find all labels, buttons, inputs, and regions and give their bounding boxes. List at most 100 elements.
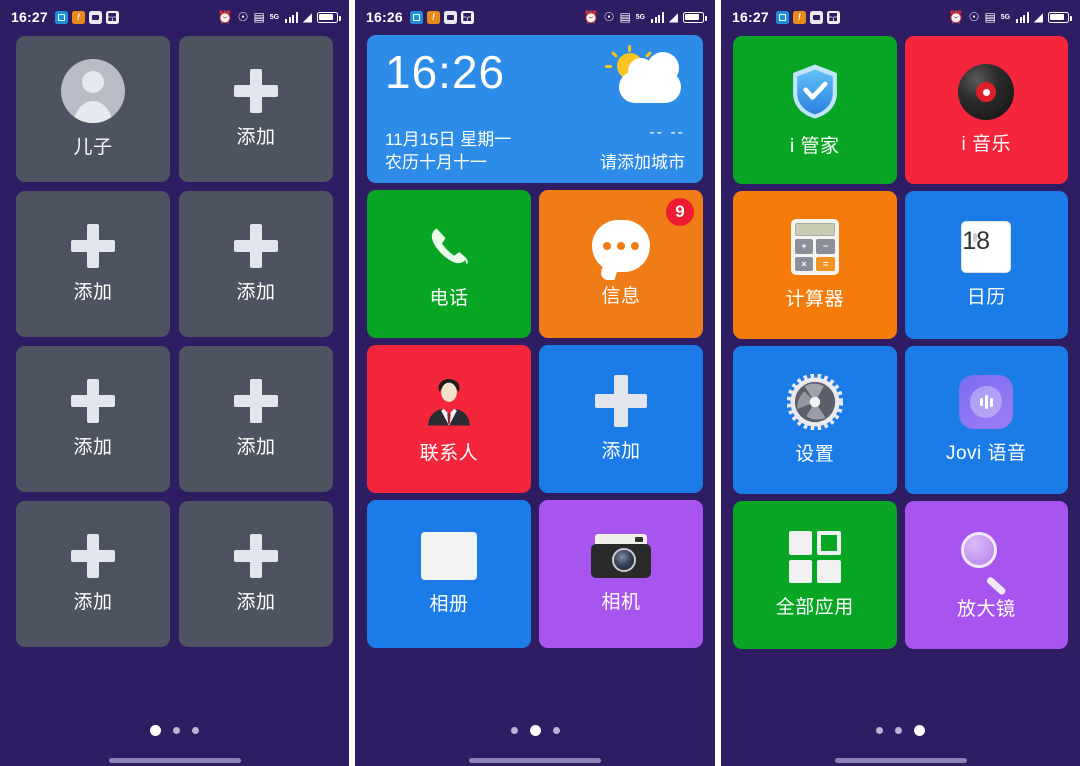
- gear-icon: [786, 374, 843, 430]
- apps-row: 全部应用 放大镜: [733, 501, 1068, 649]
- tile-label: i 音乐: [961, 134, 1011, 155]
- app-tile-imanager[interactable]: i 管家: [733, 36, 897, 184]
- app-tile-contacts[interactable]: 联系人: [367, 345, 531, 493]
- home-row: 联系人 添加: [367, 345, 703, 493]
- page-indicator[interactable]: [0, 725, 349, 736]
- signal-bars-icon: [285, 11, 298, 23]
- page-dot-2[interactable]: [895, 727, 902, 734]
- app-tile-imusic[interactable]: i 音乐: [904, 36, 1068, 184]
- tile-label: 添加: [236, 437, 276, 458]
- network-type-label: 5G: [269, 13, 280, 21]
- contact-tile-add[interactable]: 添加: [179, 346, 333, 492]
- page-dot-2[interactable]: [173, 727, 180, 734]
- wifi-icon: ◢: [302, 10, 312, 24]
- status-bar: 16:27 ⏰ ☉ ▤ 5G ◢: [721, 0, 1080, 34]
- contact-tile-add[interactable]: 添加: [16, 346, 170, 492]
- app-tile-phone[interactable]: 电话: [367, 190, 531, 338]
- tile-label: 全部应用: [775, 597, 854, 618]
- apps-row: +−×= 计算器 18 日历: [733, 191, 1068, 339]
- app-tile-all-apps[interactable]: 全部应用: [733, 501, 897, 649]
- plus-icon: [234, 69, 278, 113]
- widget-lunar: 农历十月十一: [385, 153, 487, 173]
- page-dot-3[interactable]: [552, 727, 560, 734]
- message-bubble-icon: [592, 220, 650, 272]
- app-tile-album[interactable]: 相册: [367, 500, 531, 648]
- signal-bars-icon: [651, 11, 664, 23]
- widget-temperature: -- --: [649, 124, 685, 141]
- contacts-row: 添加 添加: [16, 346, 333, 492]
- status-badge: 9: [666, 198, 694, 226]
- page-dot-1[interactable]: [876, 727, 883, 734]
- album-icon: [421, 532, 477, 580]
- contact-tile-add[interactable]: 添加: [179, 36, 333, 182]
- page-dot-3[interactable]: [192, 727, 199, 734]
- tile-label: 日历: [966, 287, 1006, 308]
- tile-label: 添加: [73, 592, 113, 613]
- contact-tile-son[interactable]: 儿子: [16, 36, 170, 182]
- home-indicator[interactable]: [834, 758, 967, 763]
- battery-icon: [317, 11, 341, 23]
- tile-label: 计算器: [785, 289, 844, 310]
- network-type-label: 5G: [1000, 13, 1011, 21]
- home-indicator[interactable]: [108, 758, 241, 763]
- app-tile-settings[interactable]: 设置: [733, 346, 897, 494]
- page-dot-1[interactable]: [510, 727, 518, 734]
- phone-screen-contacts: 16:27 ⏰ ☉ ▤ 5G ◢ 儿子: [0, 0, 349, 766]
- contact-tile-add[interactable]: 添加: [179, 501, 333, 647]
- tile-label: 添加: [236, 127, 276, 148]
- app-tile-jovi[interactable]: Jovi 语音: [904, 346, 1068, 494]
- plus-icon: [71, 534, 115, 578]
- page-indicator[interactable]: [721, 725, 1080, 736]
- calendar-icon: 18: [961, 221, 1012, 273]
- app-tile-calculator[interactable]: + − × = 计算器: [733, 191, 897, 339]
- tile-label: i 管家: [789, 136, 840, 157]
- widget-date: 11月15日 星期一: [385, 129, 512, 149]
- status-notification-icons: [775, 10, 840, 24]
- all-apps-grid-icon: [788, 531, 841, 583]
- app-tile-messages[interactable]: 9 信息: [539, 190, 703, 338]
- share-notification-icon: [826, 10, 840, 24]
- widget-add-city-hint[interactable]: 请添加城市: [600, 148, 685, 173]
- phone-icon: [421, 218, 477, 274]
- alarm-icon: ⏰: [583, 10, 599, 24]
- page-dot-3[interactable]: [914, 725, 925, 736]
- shield-check-icon: [788, 62, 842, 122]
- sun-cloud-icon: [603, 45, 681, 103]
- plus-icon: [71, 379, 115, 423]
- status-time: 16:27: [11, 9, 48, 25]
- page-dot-1[interactable]: [150, 725, 161, 736]
- apps-row: i 管家 i 音乐: [733, 36, 1068, 184]
- status-system-icons: ⏰ ☉ ▤ 5G ◢: [218, 10, 341, 24]
- person-suit-icon: [421, 373, 477, 429]
- app-tile-magnifier[interactable]: 放大镜: [904, 501, 1068, 649]
- status-notification-icons: [409, 10, 474, 24]
- warning-notification-icon: [71, 10, 85, 24]
- home-row: 电话 9 信息: [367, 190, 703, 338]
- apps-row: 设置 Jovi 语音: [733, 346, 1068, 494]
- plus-icon: [234, 224, 278, 268]
- tile-label: Jovi 语音: [945, 443, 1027, 464]
- tile-label: 添加: [236, 282, 276, 303]
- wifi-icon: ◢: [1033, 10, 1043, 24]
- app-tile-camera[interactable]: 相机: [539, 500, 703, 648]
- jovi-voice-icon: [959, 375, 1014, 429]
- warning-notification-icon: [792, 10, 806, 24]
- home-indicator[interactable]: [469, 758, 601, 763]
- app-tile-calendar[interactable]: 18 日历: [904, 191, 1068, 339]
- tile-label: 添加: [601, 441, 641, 462]
- phone-screen-home: 16:26 ⏰ ☉ ▤ 5G ◢ 16:26: [355, 0, 715, 766]
- contact-tile-add[interactable]: 添加: [179, 191, 333, 337]
- contact-tile-add[interactable]: 添加: [16, 191, 170, 337]
- avatar-icon: [61, 59, 125, 123]
- plus-icon: [595, 375, 647, 427]
- tile-label: 设置: [795, 444, 835, 465]
- contact-tile-add[interactable]: 添加: [16, 501, 170, 647]
- widget-weather-block[interactable]: -- -- 请添加城市: [600, 124, 685, 173]
- clock-weather-widget[interactable]: 16:26 11月15日 星期一 农历十月十一 -- -- 请添加城市: [367, 35, 703, 183]
- contacts-row: 儿子 添加: [16, 36, 333, 182]
- page-dot-2[interactable]: [529, 725, 541, 736]
- sd-card-icon: ▤: [984, 10, 996, 24]
- app-notification-icon: [409, 10, 423, 24]
- page-indicator[interactable]: [355, 725, 715, 736]
- app-tile-add[interactable]: 添加: [539, 345, 703, 493]
